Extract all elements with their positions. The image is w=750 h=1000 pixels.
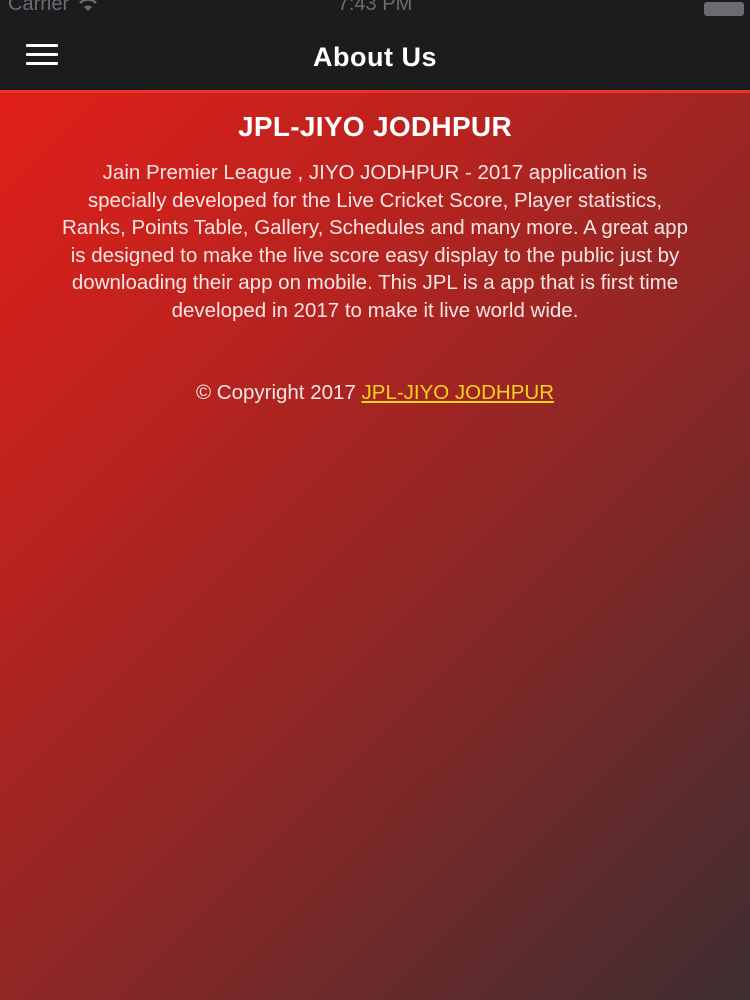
- navigation-bar: About Us: [0, 20, 750, 93]
- status-bar: Carrier 7:43 PM: [0, 0, 750, 20]
- page-title: About Us: [313, 42, 437, 72]
- copyright-line: © Copyright 2017 JPL-JIYO JODHPUR: [0, 379, 750, 406]
- about-us-screen: Carrier 7:43 PM About Us JPL-JIYO JODHPU…: [0, 0, 750, 1000]
- about-content: JPL-JIYO JODHPUR Jain Premier League , J…: [0, 93, 750, 1000]
- app-description: Jain Premier League , JIYO JODHPUR - 201…: [62, 161, 688, 322]
- battery-icon: [704, 2, 744, 16]
- status-time: 7:43 PM: [337, 0, 413, 15]
- app-heading: JPL-JIYO JODHPUR: [238, 111, 512, 142]
- copyright-link[interactable]: JPL-JIYO JODHPUR: [362, 381, 555, 404]
- copyright-text: © Copyright 2017: [195, 381, 356, 404]
